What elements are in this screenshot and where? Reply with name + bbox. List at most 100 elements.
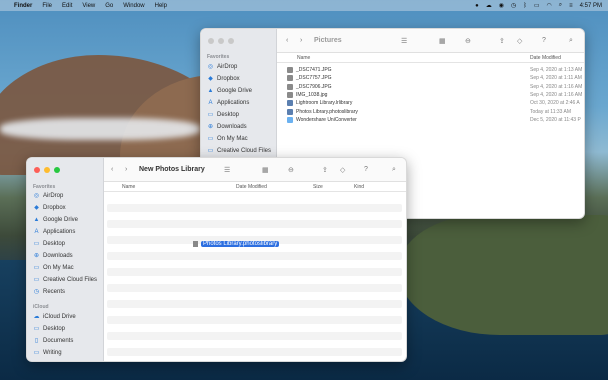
sidebar-item-desktop[interactable]: ▭ Desktop: [207, 111, 239, 119]
desktop-icon: ▭: [33, 326, 40, 332]
sidebar-item-writing[interactable]: ▭ Writing: [33, 349, 62, 357]
timer-icon[interactable]: ◷: [511, 2, 516, 9]
help-icon[interactable]: ?: [542, 37, 546, 44]
column-header: Name Date Modified Size Kind: [104, 182, 406, 192]
google-drive-icon: ▲: [207, 87, 214, 94]
list-view-icon[interactable]: ☰: [224, 166, 230, 174]
menu-go[interactable]: Go: [105, 3, 113, 9]
column-date-modified[interactable]: Date Modified: [530, 55, 561, 61]
minimize-button[interactable]: [218, 38, 224, 44]
file-row[interactable]: _DSC7471.JPG Sep 4, 2020 at 1:13 AM: [277, 66, 584, 74]
file-row[interactable]: _DSC7757.JPG Sep 4, 2020 at 1:11 AM: [277, 74, 584, 82]
file-row[interactable]: Photos Library.photoslibrary Today at 11:…: [277, 108, 584, 116]
menu-finder[interactable]: Finder: [14, 3, 32, 9]
clock[interactable]: 4:57 PM: [580, 3, 602, 9]
forward-icon[interactable]: ›: [125, 166, 127, 173]
menu-help[interactable]: Help: [155, 3, 167, 9]
sidebar-item-google-drive[interactable]: ▲ Google Drive: [207, 87, 253, 94]
bluetooth-icon[interactable]: ᛒ: [523, 3, 527, 9]
file-row[interactable]: Wondershare UniConverter Dec 5, 2020 at 1…: [277, 116, 584, 124]
sidebar-item-creative-cloud[interactable]: ▭ Creative Cloud Files: [33, 276, 97, 284]
sidebar-item-airdrop[interactable]: ◎ AirDrop: [33, 192, 63, 200]
desktop-icon: ▭: [207, 112, 214, 118]
empty-row: [107, 284, 402, 292]
search-icon[interactable]: ⌕: [559, 2, 562, 9]
sidebar-item-downloads[interactable]: ⊕ Downloads: [207, 123, 247, 131]
forward-icon[interactable]: ›: [300, 37, 302, 44]
window-controls: [34, 167, 60, 173]
tag-icon[interactable]: ◇: [340, 166, 345, 174]
sidebar-item-google-drive[interactable]: ▲ Google Drive: [33, 216, 79, 223]
sidebar-item-downloads[interactable]: ⊕ Downloads: [33, 252, 73, 260]
sidebar-section-icloud: iCloud: [33, 304, 49, 310]
desktop-icon: ▭: [33, 241, 40, 247]
group-icon[interactable]: ▦: [439, 37, 446, 45]
sidebar-item-icloud-drive[interactable]: ☁ iCloud Drive: [33, 313, 76, 321]
close-button[interactable]: [34, 167, 40, 173]
menu-edit[interactable]: Edit: [62, 3, 72, 9]
sidebar-item-on-my-mac[interactable]: ▭ On My Mac: [33, 264, 74, 272]
wifi-icon[interactable]: ◠: [547, 2, 552, 9]
column-name[interactable]: Name: [122, 184, 135, 190]
menu-view[interactable]: View: [82, 3, 95, 9]
sidebar-item-airdrop[interactable]: ◎ AirDrop: [207, 63, 237, 71]
window-controls: [208, 38, 234, 44]
dragged-item[interactable]: Photos Library.photoslibrary: [193, 241, 280, 247]
close-button[interactable]: [208, 38, 214, 44]
column-date-modified[interactable]: Date Modified: [236, 184, 267, 190]
tag-icon[interactable]: ◇: [517, 37, 522, 45]
folder-icon: ▭: [207, 136, 214, 142]
sidebar: Favorites ◎ AirDrop ◆ Dropbox ▲ Google Driv…: [27, 158, 104, 361]
zoom-button[interactable]: [228, 38, 234, 44]
search-icon[interactable]: ⌕: [569, 37, 573, 45]
image-file-icon: [287, 84, 293, 90]
empty-row: [107, 204, 402, 212]
google-drive-icon: ▲: [33, 216, 40, 223]
cloud-icon[interactable]: ☁: [486, 2, 492, 9]
share-icon[interactable]: ⇪: [499, 37, 505, 45]
battery-icon[interactable]: ▭: [534, 2, 540, 9]
sidebar-item-creative-cloud[interactable]: ▭ Creative Cloud Files: [207, 147, 271, 155]
sidebar-section-favorites: Favorites: [33, 184, 56, 190]
file-row[interactable]: _DSC7906.JPG Sep 4, 2020 at 1:16 AM: [277, 83, 584, 91]
column-name[interactable]: Name: [297, 55, 310, 61]
action-icon[interactable]: ⊖: [465, 37, 471, 45]
share-icon[interactable]: ⇪: [322, 166, 328, 174]
sidebar-item-on-my-mac[interactable]: ▭ On My Mac: [207, 135, 248, 143]
sidebar-item-icloud-desktop[interactable]: ▭ Desktop: [33, 325, 65, 333]
dropbox-icon: ◆: [208, 76, 213, 82]
photos-library-icon: [193, 241, 198, 247]
control-center-icon[interactable]: ≡: [569, 3, 573, 9]
action-icon[interactable]: ⊖: [288, 166, 294, 174]
sidebar-item-dropbox[interactable]: ◆ Dropbox: [33, 204, 66, 212]
zoom-button[interactable]: [54, 167, 60, 173]
help-icon[interactable]: ?: [364, 166, 368, 173]
minimize-button[interactable]: [44, 167, 50, 173]
dropbox-icon: ◆: [34, 205, 39, 211]
sidebar-item-applications[interactable]: A Applications: [33, 228, 75, 235]
empty-row: [107, 332, 402, 340]
applications-icon: A: [208, 99, 213, 106]
downloads-icon: ⊕: [33, 253, 40, 259]
sidebar-item-dropbox[interactable]: ◆ Dropbox: [207, 75, 240, 83]
image-file-icon: [287, 75, 293, 81]
sidebar-item-recents[interactable]: ◷ Recents: [33, 288, 65, 296]
file-row[interactable]: IMG_1038.jpg Sep 4, 2020 at 1:16 AM: [277, 91, 584, 99]
menu-window[interactable]: Window: [123, 3, 144, 9]
back-icon[interactable]: ‹: [286, 37, 288, 44]
sidebar-item-applications[interactable]: A Applications: [207, 99, 249, 106]
column-size[interactable]: Size: [313, 184, 323, 190]
group-icon[interactable]: ▦: [262, 166, 269, 174]
back-icon[interactable]: ‹: [111, 166, 113, 173]
sidebar-item-desktop[interactable]: ▭ Desktop: [33, 240, 65, 248]
sidebar-item-documents[interactable]: ▯ Documents: [33, 337, 74, 345]
list-view-icon[interactable]: ☰: [401, 37, 407, 45]
file-row[interactable]: Lightroom Library.lrlibrary Oct 30, 2020 …: [277, 99, 584, 107]
menu-file[interactable]: File: [42, 3, 52, 9]
applications-icon: A: [34, 228, 39, 235]
search-icon[interactable]: ⌕: [392, 166, 396, 174]
folder-icon: ▭: [33, 265, 40, 271]
column-kind[interactable]: Kind: [354, 184, 364, 190]
record-icon[interactable]: ◉: [499, 2, 504, 9]
app-status-icon[interactable]: ●: [475, 3, 479, 9]
